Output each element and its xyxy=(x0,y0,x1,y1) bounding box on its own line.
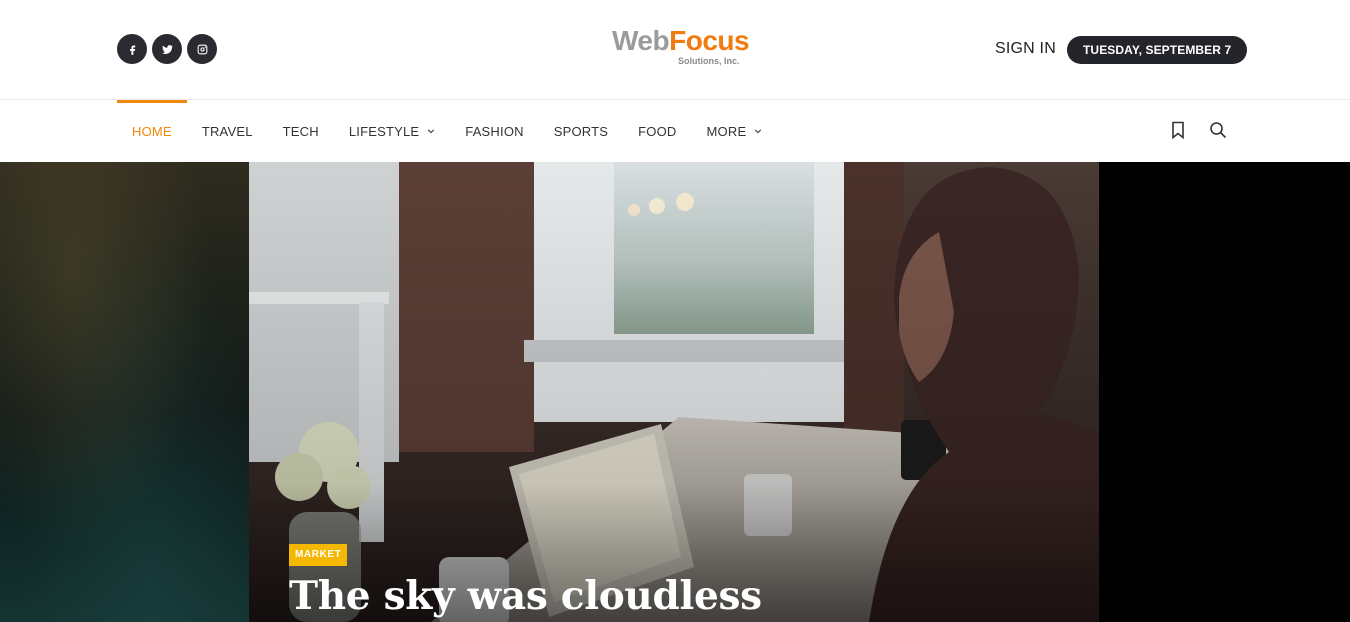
category-tag[interactable]: MARKET xyxy=(289,544,348,566)
logo-word-web: Web xyxy=(612,25,670,56)
date-badge: TUESDAY, SEPTEMBER 7 xyxy=(1067,36,1248,64)
nav-item-more[interactable]: MORE xyxy=(692,100,778,162)
nav-item-label: TRAVEL xyxy=(201,123,253,139)
nav-item-tech[interactable]: TECH xyxy=(268,100,334,162)
nav-item-label: FASHION xyxy=(465,123,524,139)
chevron-down-icon xyxy=(754,127,762,135)
search-icon[interactable] xyxy=(1208,119,1228,141)
site-logo[interactable]: WebFocus Solutions, Inc. xyxy=(612,25,750,72)
slide-headline[interactable]: The sky was cloudless xyxy=(289,574,762,618)
hero-slider: MARKET The sky was cloudless xyxy=(0,162,1350,622)
nav-item-label: FOOD xyxy=(638,123,677,139)
chevron-down-icon xyxy=(427,127,435,135)
nav-item-label: LIFESTYLE xyxy=(348,123,420,139)
logo-tagline: Solutions, Inc. xyxy=(678,56,740,66)
social-links xyxy=(117,34,217,64)
main-navigation: HOME TRAVEL TECH LIFESTYLE FASHION SPORT… xyxy=(0,100,1350,162)
site-header: WebFocus Solutions, Inc. SIGN IN TUESDAY… xyxy=(0,0,1350,100)
previous-slide-preview[interactable] xyxy=(0,162,249,622)
nav-item-label: TECH xyxy=(282,123,319,139)
facebook-icon[interactable] xyxy=(117,34,147,64)
nav-item-fashion[interactable]: FASHION xyxy=(450,100,538,162)
sign-in-link[interactable]: SIGN IN xyxy=(995,40,1056,58)
bookmark-icon[interactable] xyxy=(1168,119,1188,141)
nav-item-travel[interactable]: TRAVEL xyxy=(187,100,268,162)
nav-item-label: SPORTS xyxy=(553,123,609,139)
nav-item-label: MORE xyxy=(706,123,747,139)
nav-menu: HOME TRAVEL TECH LIFESTYLE FASHION SPORT… xyxy=(117,100,777,162)
instagram-icon[interactable] xyxy=(187,34,217,64)
nav-item-lifestyle[interactable]: LIFESTYLE xyxy=(334,100,450,162)
nav-item-sports[interactable]: SPORTS xyxy=(539,100,623,162)
twitter-icon[interactable] xyxy=(152,34,182,64)
logo-word-focus: Focus xyxy=(669,25,750,56)
nav-item-food[interactable]: FOOD xyxy=(623,100,691,162)
next-slide-preview[interactable] xyxy=(1099,162,1350,622)
nav-item-label: HOME xyxy=(132,123,172,139)
slide-caption: MARKET The sky was cloudless xyxy=(289,544,762,618)
featured-slide[interactable]: MARKET The sky was cloudless xyxy=(249,162,1099,622)
nav-actions xyxy=(1168,119,1228,141)
nav-item-home[interactable]: HOME xyxy=(117,100,187,162)
